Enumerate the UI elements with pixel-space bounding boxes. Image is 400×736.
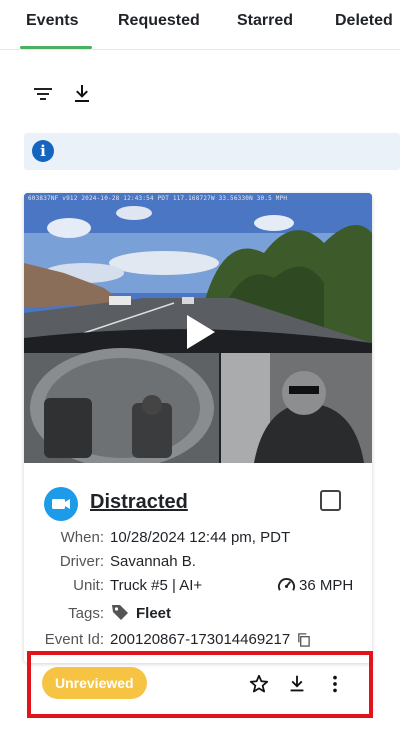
select-checkbox[interactable]: [320, 490, 341, 511]
video-thumbnail[interactable]: 603837NF v912 2024-10-28 12:43:54 PDT 11…: [24, 193, 372, 463]
when-value: 10/28/2024 12:44 pm, PDT: [110, 529, 291, 546]
event-id-label: Event Id:: [44, 631, 104, 648]
tab-events[interactable]: Events: [26, 12, 78, 30]
speedometer-icon: [277, 576, 296, 595]
unit-label: Unit:: [73, 577, 104, 594]
filter-icon[interactable]: [31, 82, 55, 106]
camera-icon: [44, 487, 78, 521]
event-card: 603837NF v912 2024-10-28 12:43:54 PDT 11…: [24, 193, 372, 663]
download-icon[interactable]: [70, 82, 94, 106]
event-id-value: 200120867-173014469217: [110, 631, 291, 648]
driver-value: Savannah B.: [110, 553, 196, 570]
tag-icon: [110, 602, 130, 622]
copy-icon[interactable]: [296, 632, 311, 647]
event-title[interactable]: Distracted: [90, 491, 188, 514]
highlight-box: [27, 651, 373, 718]
tab-deleted[interactable]: Deleted: [335, 12, 393, 30]
unit-value: Truck #5 | AI+: [110, 577, 203, 594]
speed-value: 36 MPH: [299, 577, 354, 594]
info-banner: i: [24, 133, 400, 170]
info-icon[interactable]: i: [32, 140, 54, 162]
when-label: When:: [60, 529, 104, 546]
video-overlay-text: 603837NF v912 2024-10-28 12:43:54 PDT 11…: [28, 195, 288, 202]
tags-label: Tags:: [68, 605, 104, 622]
tag-fleet: Fleet: [136, 605, 172, 622]
tab-bar: Events Requested Starred Deleted: [0, 0, 400, 50]
tab-starred[interactable]: Starred: [237, 12, 293, 30]
active-tab-indicator: [20, 46, 92, 49]
tab-requested[interactable]: Requested: [118, 12, 200, 30]
driver-label: Driver:: [59, 553, 104, 570]
